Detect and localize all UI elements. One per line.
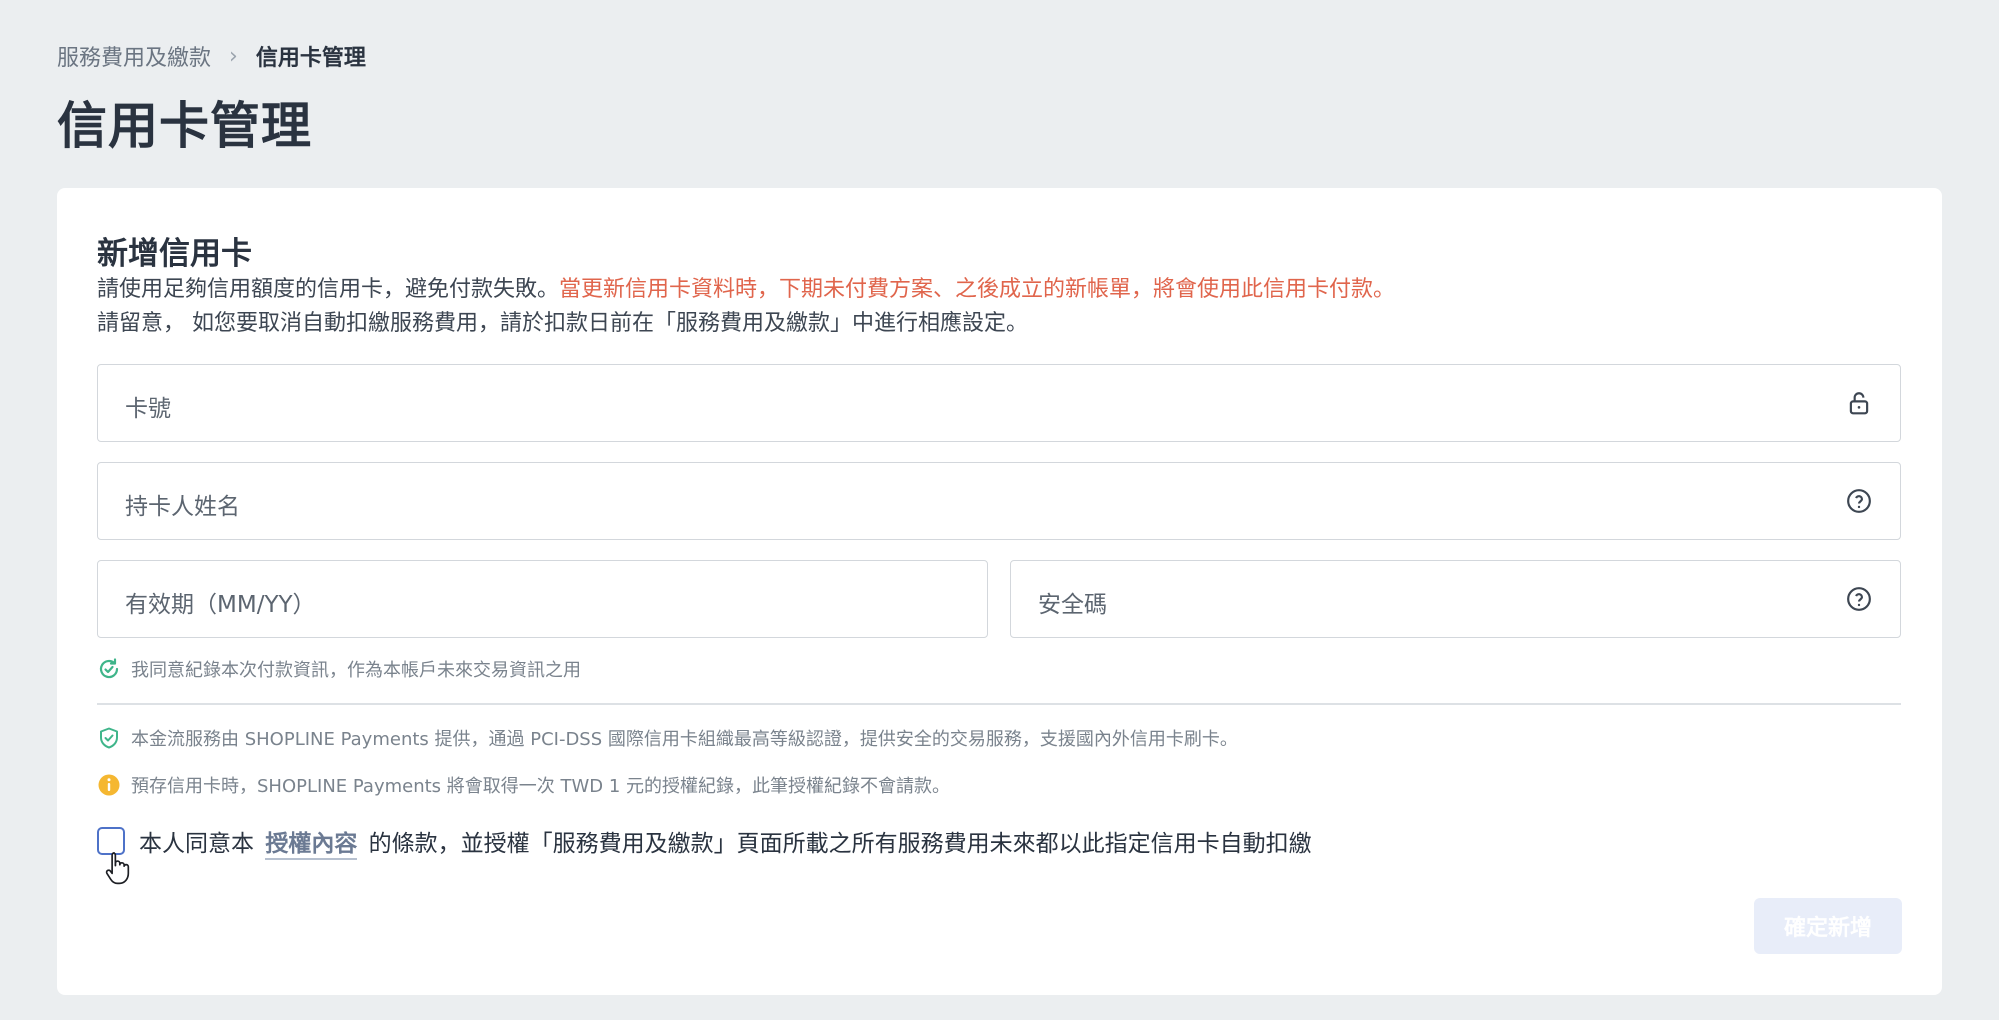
breadcrumb: 服務費用及繳款 › 信用卡管理 <box>57 40 366 72</box>
agreement-prefix: 本人同意本 <box>139 831 254 857</box>
agreement-suffix: 的條款，並授權「服務費用及繳款」頁面所載之所有服務費用未來都以此指定信用卡自動扣… <box>368 831 1312 857</box>
chevron-right-icon: › <box>229 43 238 69</box>
authorization-agreement: 本人同意本 授權內容 的條款，並授權「服務費用及繳款」頁面所載之所有服務費用未來… <box>97 824 1312 860</box>
info-icon <box>98 774 120 796</box>
breadcrumb-parent-link[interactable]: 服務費用及繳款 <box>57 40 211 72</box>
lock-icon <box>1849 392 1869 415</box>
confirm-add-button[interactable]: 確定新增 <box>1754 898 1902 954</box>
expiry-field[interactable]: 有效期（MM/YY） <box>97 560 988 638</box>
help-icon[interactable] <box>1846 488 1872 514</box>
secure-payment-text: 本金流服務由 SHOPLINE Payments 提供，通過 PCI-DSS 國… <box>131 729 1238 750</box>
page-title: 信用卡管理 <box>57 97 312 155</box>
remember-payment-text: 我同意紀錄本次付款資訊，作為本帳戶未來交易資訊之用 <box>131 660 581 681</box>
breadcrumb-current: 信用卡管理 <box>255 46 366 71</box>
card-number-placeholder: 卡號 <box>125 396 171 422</box>
secure-payment-note: 本金流服務由 SHOPLINE Payments 提供，通過 PCI-DSS 國… <box>97 725 1238 751</box>
preauth-note: 預存信用卡時，SHOPLINE Payments 將會取得一次 TWD 1 元的… <box>97 772 950 798</box>
divider <box>97 703 1901 705</box>
security-code-field[interactable]: 安全碼 <box>1010 560 1901 638</box>
description-warning: 當更新信用卡資料時，下期未付費方案、之後成立的新帳單，將會使用此信用卡付款。 <box>559 277 1396 302</box>
preauth-text: 預存信用卡時，SHOPLINE Payments 將會取得一次 TWD 1 元的… <box>131 776 951 797</box>
cardholder-name-placeholder: 持卡人姓名 <box>125 494 240 520</box>
shield-check-icon <box>100 727 118 749</box>
authorization-terms-link[interactable]: 授權內容 <box>265 831 358 860</box>
remember-payment-note: 我同意紀錄本次付款資訊，作為本帳戶未來交易資訊之用 <box>97 656 581 682</box>
help-icon[interactable] <box>1846 586 1872 612</box>
card-number-field[interactable]: 卡號 <box>97 364 1901 442</box>
card-title: 新增信用卡 <box>97 236 252 272</box>
security-code-placeholder: 安全碼 <box>1038 592 1107 618</box>
hand-cursor-icon <box>105 852 130 885</box>
card-description-line2: 請留意， 如您要取消自動扣繳服務費用，請於扣款日前在「服務費用及繳款」中進行相應… <box>97 311 1028 336</box>
description-normal: 請使用足夠信用額度的信用卡，避免付款失敗。 <box>97 277 560 302</box>
add-card-panel: 新增信用卡 請使用足夠信用額度的信用卡，避免付款失敗。當更新信用卡資料時，下期未… <box>57 188 1942 995</box>
refresh-check-icon <box>99 658 119 679</box>
expiry-placeholder: 有效期（MM/YY） <box>125 592 316 618</box>
card-description-line1: 請使用足夠信用額度的信用卡，避免付款失敗。當更新信用卡資料時，下期未付費方案、之… <box>97 271 1395 303</box>
cardholder-name-field[interactable]: 持卡人姓名 <box>97 462 1901 540</box>
